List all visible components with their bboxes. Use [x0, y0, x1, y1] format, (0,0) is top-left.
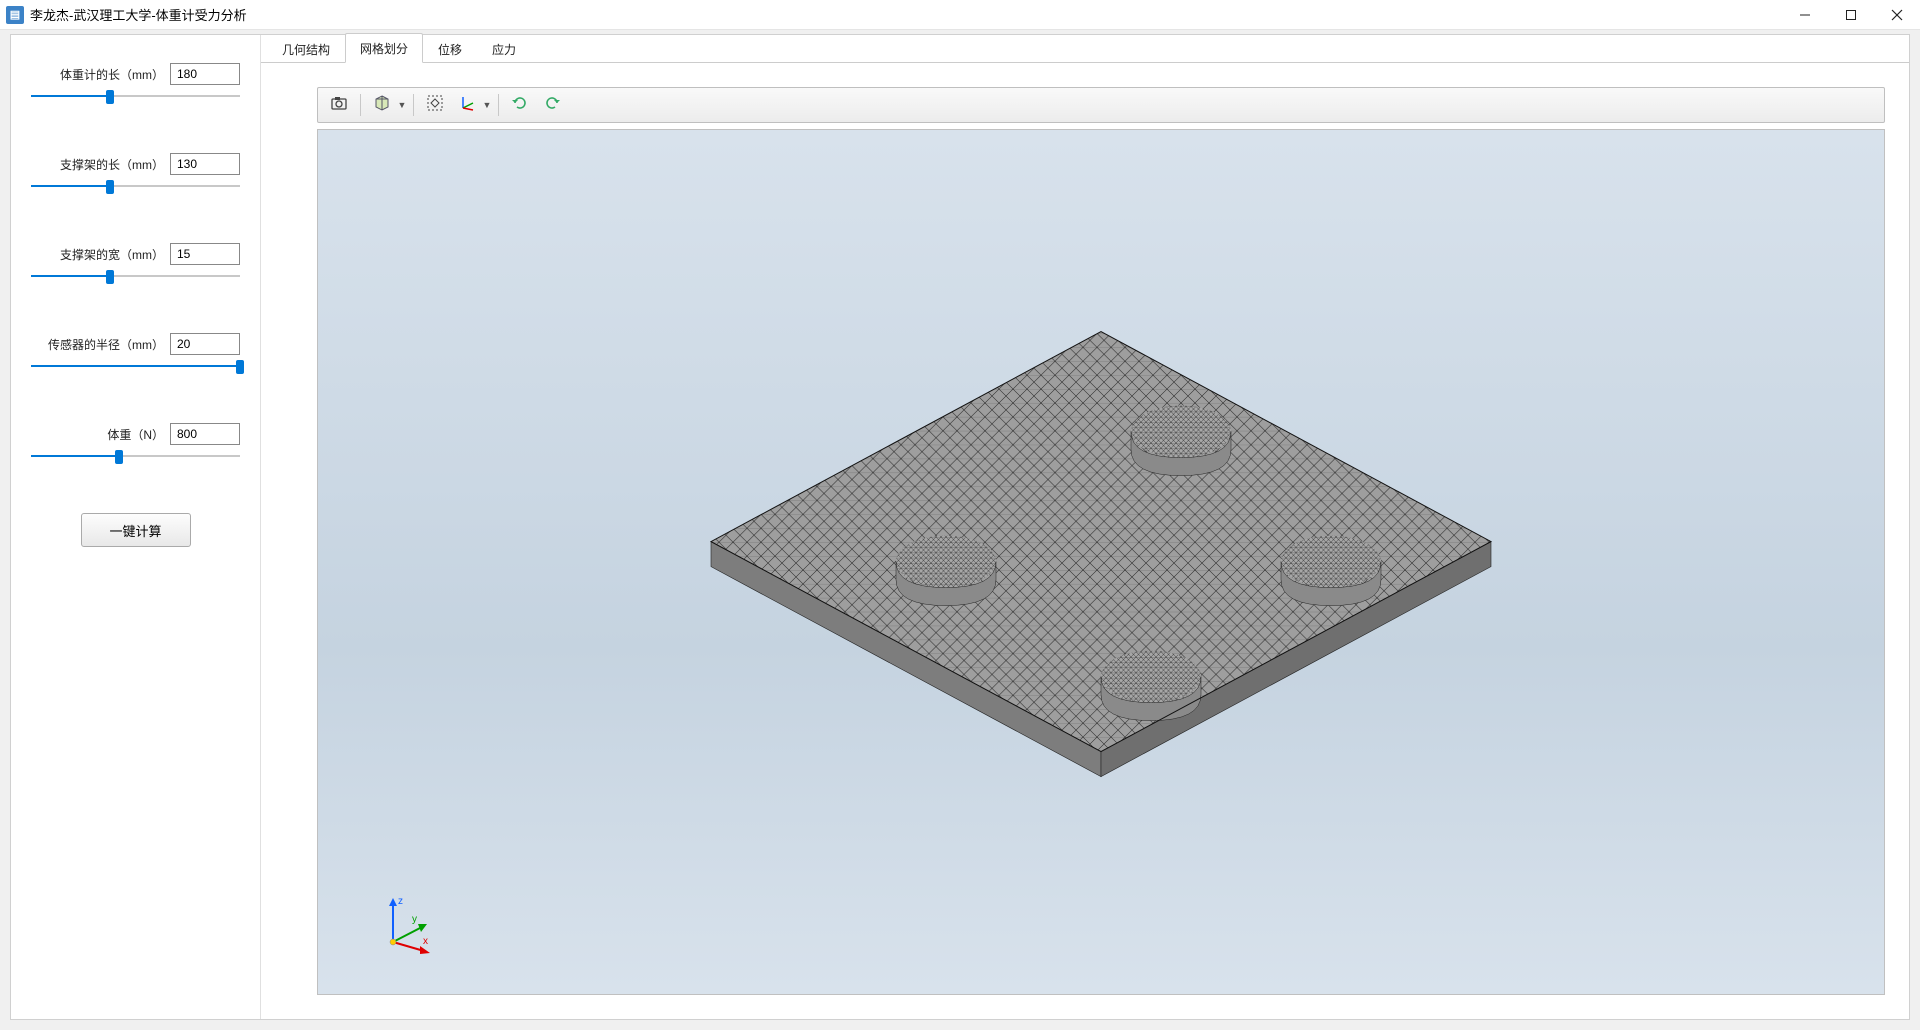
param-slider[interactable]	[31, 449, 240, 463]
camera-button[interactable]	[324, 91, 354, 119]
mesh-render	[691, 292, 1511, 812]
param-label: 支撑架的长（mm）	[31, 156, 170, 173]
rotate-ccw-icon	[543, 94, 561, 117]
tab-bar: 几何结构网格划分位移应力	[261, 35, 1909, 63]
param-label: 传感器的半径（mm）	[31, 336, 170, 353]
tab[interactable]: 网格划分	[345, 33, 423, 63]
mesh-viewport[interactable]: z y x	[317, 129, 1885, 995]
dropdown-arrow-icon[interactable]: ▼	[482, 91, 492, 119]
rotate-ccw-button[interactable]	[537, 91, 567, 119]
window-controls	[1782, 0, 1920, 29]
param-input[interactable]	[170, 333, 240, 355]
toolbar-separator	[360, 94, 361, 116]
main-container: 体重计的长（mm） 支撑架的长（mm） 支撑架的宽（mm） 传感器的半径（m	[10, 34, 1910, 1020]
tab[interactable]: 应力	[477, 34, 531, 63]
viewer-area: ▼▼	[261, 63, 1909, 1019]
title-bar: ▤ 李龙杰-武汉理工大学-体重计受力分析	[0, 0, 1920, 30]
param-slider[interactable]	[31, 359, 240, 373]
maximize-button[interactable]	[1828, 0, 1874, 29]
fit-view-icon	[426, 94, 444, 117]
maximize-icon	[1845, 9, 1857, 21]
axes-button[interactable]	[452, 91, 482, 119]
axis-triad: z y x	[378, 894, 438, 954]
param-group: 支撑架的宽（mm）	[31, 243, 240, 283]
param-input[interactable]	[170, 423, 240, 445]
param-slider[interactable]	[31, 269, 240, 283]
tab[interactable]: 位移	[423, 34, 477, 63]
parameter-sidebar: 体重计的长（mm） 支撑架的长（mm） 支撑架的宽（mm） 传感器的半径（m	[11, 35, 261, 1019]
cube-view-icon	[373, 94, 391, 117]
param-slider[interactable]	[31, 89, 240, 103]
close-button[interactable]	[1874, 0, 1920, 29]
param-group: 传感器的半径（mm）	[31, 333, 240, 373]
compute-button[interactable]: 一键计算	[81, 513, 191, 547]
param-input[interactable]	[170, 243, 240, 265]
param-group: 体重计的长（mm）	[31, 63, 240, 103]
axis-z-label: z	[398, 896, 403, 907]
param-slider[interactable]	[31, 179, 240, 193]
param-input[interactable]	[170, 63, 240, 85]
axis-y-label: y	[412, 914, 417, 925]
content-area: 几何结构网格划分位移应力 ▼▼	[261, 35, 1909, 1019]
minimize-icon	[1799, 9, 1811, 21]
param-label: 体重计的长（mm）	[31, 66, 170, 83]
rotate-cw-button[interactable]	[505, 91, 535, 119]
cube-view-button[interactable]	[367, 91, 397, 119]
param-input[interactable]	[170, 153, 240, 175]
close-icon	[1891, 9, 1903, 21]
app-icon: ▤	[6, 6, 24, 24]
tab[interactable]: 几何结构	[267, 34, 345, 63]
window-title: 李龙杰-武汉理工大学-体重计受力分析	[30, 5, 1782, 24]
rotate-cw-icon	[511, 94, 529, 117]
dropdown-arrow-icon[interactable]: ▼	[397, 91, 407, 119]
axis-x-label: x	[423, 936, 428, 947]
minimize-button[interactable]	[1782, 0, 1828, 29]
param-label: 体重（N）	[31, 426, 170, 443]
axes-icon	[458, 94, 476, 117]
viewer-toolbar: ▼▼	[317, 87, 1885, 123]
param-label: 支撑架的宽（mm）	[31, 246, 170, 263]
param-group: 支撑架的长（mm）	[31, 153, 240, 193]
fit-view-button[interactable]	[420, 91, 450, 119]
param-group: 体重（N）	[31, 423, 240, 463]
toolbar-separator	[498, 94, 499, 116]
toolbar-separator	[413, 94, 414, 116]
camera-icon	[330, 95, 348, 116]
